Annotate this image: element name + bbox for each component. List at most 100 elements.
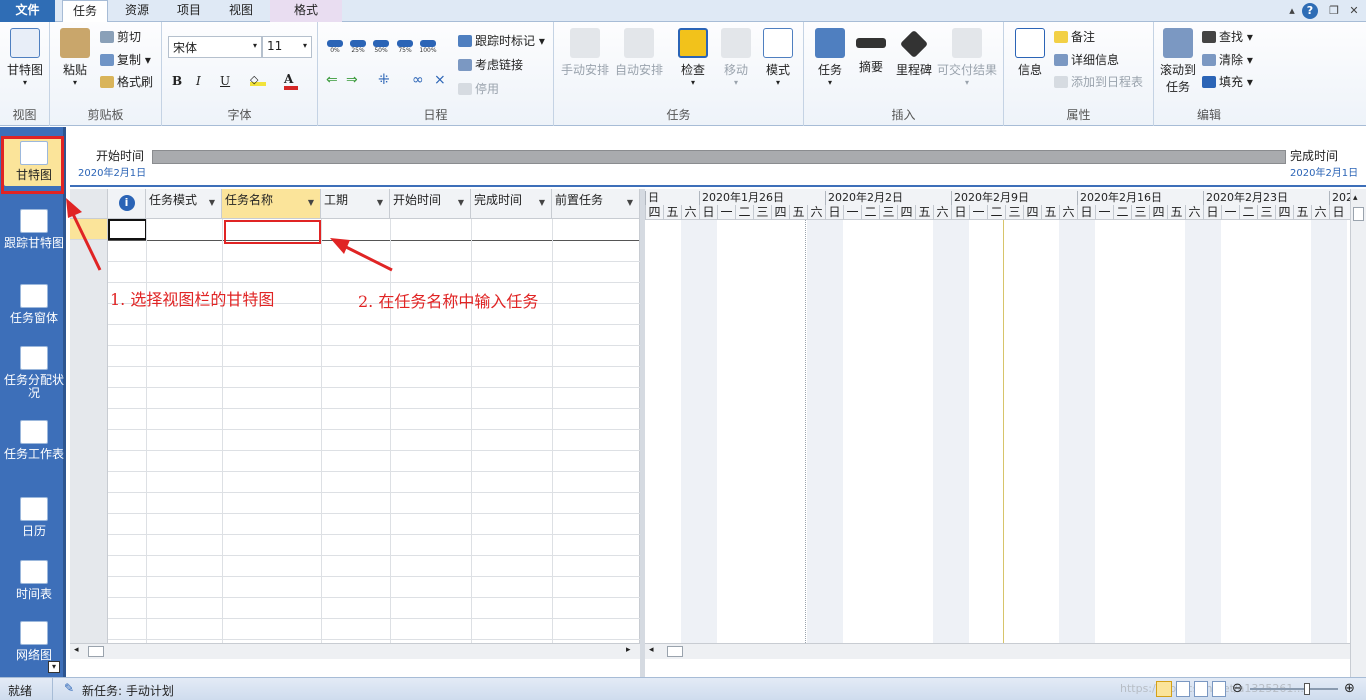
chevron-down-icon[interactable]: ▼ [209,198,215,207]
active-cell[interactable] [108,219,147,240]
cut-button[interactable]: 剪切 [100,28,141,45]
tab-task[interactable]: 任务 [62,0,108,23]
view-task-usage[interactable]: 任务分配状况 [4,346,64,400]
help-icon[interactable]: ? [1302,3,1318,19]
grid-horizontal-scrollbar[interactable]: ◂ ▸ [70,643,640,659]
view-task-form[interactable]: 任务窗体 [4,284,64,325]
tab-project[interactable]: 项目 [164,0,214,22]
tab-file[interactable]: 文件 [0,0,55,22]
auto-schedule-button[interactable]: 自动安排 [614,28,664,78]
link-tasks-icon[interactable]: ∞ [412,72,424,88]
paste-button[interactable]: 粘贴 ▾ [58,28,92,87]
eraser-icon [1202,54,1216,66]
highlight-task-name-cell[interactable] [224,220,321,244]
respect-links-button[interactable]: 考虑链接 [458,56,523,73]
details-button[interactable]: 详细信息 [1054,51,1119,68]
inspect-button[interactable]: 检查 ▾ [674,28,712,87]
view-network-diagram[interactable]: 网络图 [4,621,64,662]
zoom-out-icon[interactable]: ⊖ [1232,681,1243,696]
column-header-duration[interactable]: 工期 ▼ [321,189,390,219]
task-usage-shortcut-icon[interactable] [1176,681,1190,697]
move-button[interactable]: 移动 ▾ [716,28,756,87]
insert-deliverable-button[interactable]: 可交付结果 ▾ [936,28,998,87]
add-to-timeline-button[interactable]: 添加到日程表 [1054,73,1143,90]
chevron-down-icon[interactable]: ▼ [627,198,633,207]
view-task-sheet[interactable]: 任务工作表 [4,420,64,461]
bold-button[interactable]: B [172,74,182,88]
chevron-down-icon[interactable]: ▼ [377,198,383,207]
view-tracking-gantt[interactable]: 跟踪甘特图 [4,209,64,250]
timescale-day: 四 [1149,205,1167,220]
copy-button[interactable]: 复制 ▾ [100,51,151,68]
manual-schedule-button[interactable]: 手动安排 [560,28,610,78]
chart-vertical-scrollbar[interactable]: ▴ [1350,189,1366,677]
italic-button[interactable]: I [196,74,201,88]
unlink-tasks-icon[interactable]: ⨯ [434,72,446,88]
resource-sheet-shortcut-icon[interactable] [1212,681,1226,697]
split-task-icon[interactable]: ⁜ [378,72,390,88]
tab-resource[interactable]: 资源 [112,0,162,22]
notes-button[interactable]: 备注 [1054,28,1095,45]
chevron-down-icon[interactable]: ▼ [539,198,545,207]
progress-100-button[interactable]: 100% [419,40,437,56]
view-timeline[interactable]: 时间表 [4,560,64,601]
font-color-button[interactable]: A [284,72,298,90]
chart-horizontal-scrollbar[interactable]: ◂ [645,643,1350,659]
more-views-icon[interactable]: ▾ [48,661,60,673]
indent-icon[interactable]: ⇒ [346,72,358,88]
scroll-up-icon[interactable]: ▴ [1353,193,1358,203]
indicators-column-header[interactable]: i [108,189,146,219]
gantt-view-shortcut-icon[interactable] [1156,681,1172,697]
column-header-start[interactable]: 开始时间 ▼ [390,189,471,219]
team-planner-shortcut-icon[interactable] [1194,681,1208,697]
column-header-task-name[interactable]: 任务名称 ▼ [222,189,321,219]
scrollbar-thumb[interactable] [667,646,683,657]
progress-0-button[interactable]: 0% [326,40,344,56]
chevron-down-icon: ▾ [252,41,257,50]
scrollbar-thumb[interactable] [1353,207,1364,221]
minimize-ribbon-icon[interactable]: ▴ [1284,3,1300,19]
column-header-predecessors[interactable]: 前置任务 ▼ [552,189,640,219]
status-new-task-mode[interactable]: 新任务: 手动计划 [82,682,174,699]
zoom-slider[interactable] [1250,688,1338,690]
scroll-left-icon[interactable]: ◂ [74,645,79,655]
timeline-bar[interactable] [152,150,1286,164]
column-header-finish[interactable]: 完成时间 ▼ [471,189,552,219]
zoom-in-icon[interactable]: ⊕ [1344,681,1355,696]
scroll-left-icon[interactable]: ◂ [649,645,654,655]
zoom-slider-thumb[interactable] [1304,683,1310,695]
scroll-right-icon[interactable]: ▸ [626,645,631,655]
scrollbar-thumb[interactable] [88,646,104,657]
format-painter-button[interactable]: 格式刷 [100,73,153,90]
chevron-down-icon[interactable]: ▼ [308,198,314,207]
clear-button[interactable]: 清除 ▾ [1202,51,1253,68]
find-button[interactable]: 查找 ▾ [1202,28,1253,45]
underline-button[interactable]: U [220,74,230,88]
view-calendar[interactable]: 日历 [4,497,64,538]
progress-75-button[interactable]: 75% [396,40,414,56]
tab-view[interactable]: 视图 [216,0,266,22]
tab-format[interactable]: 格式 [270,0,342,22]
font-name-select[interactable]: 宋体 ▾ [168,36,262,58]
select-all-corner[interactable] [70,189,108,219]
chevron-down-icon[interactable]: ▼ [458,198,464,207]
fill-button[interactable]: 填充 ▾ [1202,73,1253,90]
progress-25-button[interactable]: 25% [349,40,367,56]
row-header[interactable] [70,219,108,240]
inactivate-button[interactable]: 停用 [458,80,499,97]
fill-color-button[interactable]: ◇ [250,72,266,86]
progress-50-button[interactable]: 50% [372,40,390,56]
column-header-task-mode[interactable]: 任务模式 ▼ [146,189,222,219]
insert-task-button[interactable]: 任务 ▾ [812,28,848,87]
insert-summary-button[interactable]: 摘要 [854,28,888,75]
outdent-icon[interactable]: ⇐ [326,72,338,88]
task-info-button[interactable]: 信息 [1012,28,1048,78]
scroll-to-task-button[interactable]: 滚动到 任务 [1156,28,1200,95]
close-window-icon[interactable]: ✕ [1346,3,1362,19]
font-size-select[interactable]: 11 ▾ [262,36,312,58]
track-mark-button[interactable]: 跟踪时标记 ▾ [458,32,545,49]
restore-window-icon[interactable]: ❐ [1326,3,1342,19]
mode-button[interactable]: 模式 ▾ [760,28,796,87]
gantt-chart-button[interactable]: 甘特图 ▾ [4,28,46,87]
insert-milestone-button[interactable]: 里程碑 [894,28,934,78]
